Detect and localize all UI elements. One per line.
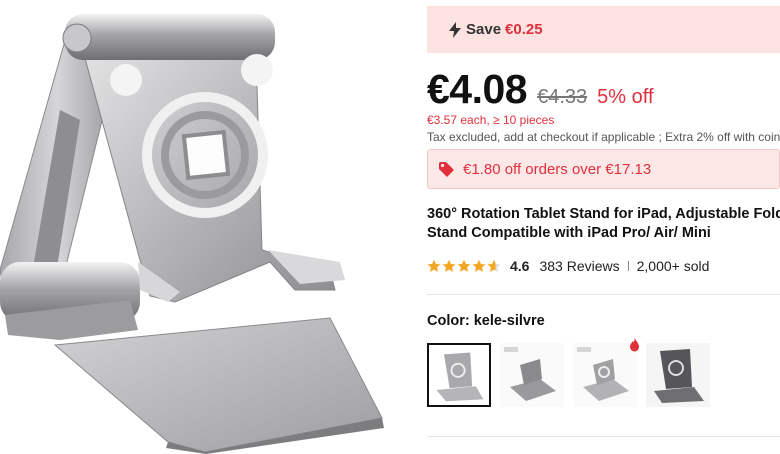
coupon-banner[interactable]: €1.80 off orders over €17.13 <box>427 149 780 189</box>
product-title: 360° Rotation Tablet Stand for iPad, Adj… <box>427 205 780 243</box>
color-swatch-1[interactable] <box>427 343 491 407</box>
product-info-panel: Save €0.25 €4.08 €4.33 5% off €3.57 each… <box>427 0 780 454</box>
star-rating <box>427 259 502 273</box>
separator <box>627 261 629 271</box>
discount-percent: 5% off <box>597 86 654 108</box>
star-icon <box>457 259 471 272</box>
color-label: Color: kele-silvre <box>427 313 545 329</box>
lightning-icon <box>449 21 461 38</box>
flame-icon <box>630 338 639 352</box>
product-main-image[interactable] <box>0 0 412 454</box>
bulk-price-note: €3.57 each, ≥ 10 pieces <box>427 113 555 127</box>
coupon-text: €1.80 off orders over €17.13 <box>463 160 652 178</box>
save-amount: €0.25 <box>505 21 543 38</box>
rating-score: 4.6 <box>510 258 530 274</box>
review-count-link[interactable]: 383 Reviews <box>539 258 619 274</box>
price-row: €4.08 €4.33 5% off <box>427 66 654 113</box>
original-price: €4.33 <box>537 86 588 108</box>
divider <box>427 436 780 437</box>
swatch-thumbnail <box>430 346 488 404</box>
star-icon <box>442 259 456 272</box>
rating-row[interactable]: 4.6 383 Reviews 2,000+ sold <box>427 258 709 274</box>
color-swatch-2[interactable] <box>500 343 564 407</box>
product-title-line-2: Stand Compatible with iPad Pro/ Air/ Min… <box>427 225 711 241</box>
tablet-stand-image <box>0 14 384 454</box>
star-icon <box>427 259 441 272</box>
tag-icon <box>439 162 454 177</box>
divider <box>427 294 780 295</box>
swatch-thumbnail <box>573 343 637 407</box>
sold-count: 2,000+ sold <box>636 258 710 274</box>
color-swatch-4[interactable] <box>646 343 710 407</box>
color-swatch-3[interactable] <box>573 343 637 407</box>
star-icon <box>472 259 486 272</box>
save-label: Save <box>466 21 502 38</box>
current-price: €4.08 <box>427 66 528 112</box>
swatch-thumbnail <box>646 343 710 407</box>
product-title-line-1: 360° Rotation Tablet Stand for iPad, Adj… <box>427 206 780 222</box>
save-banner: Save €0.25 <box>427 6 780 53</box>
star-icon <box>487 259 501 272</box>
swatch-thumbnail <box>500 343 564 407</box>
tax-note: Tax excluded, add at checkout if applica… <box>427 130 780 144</box>
